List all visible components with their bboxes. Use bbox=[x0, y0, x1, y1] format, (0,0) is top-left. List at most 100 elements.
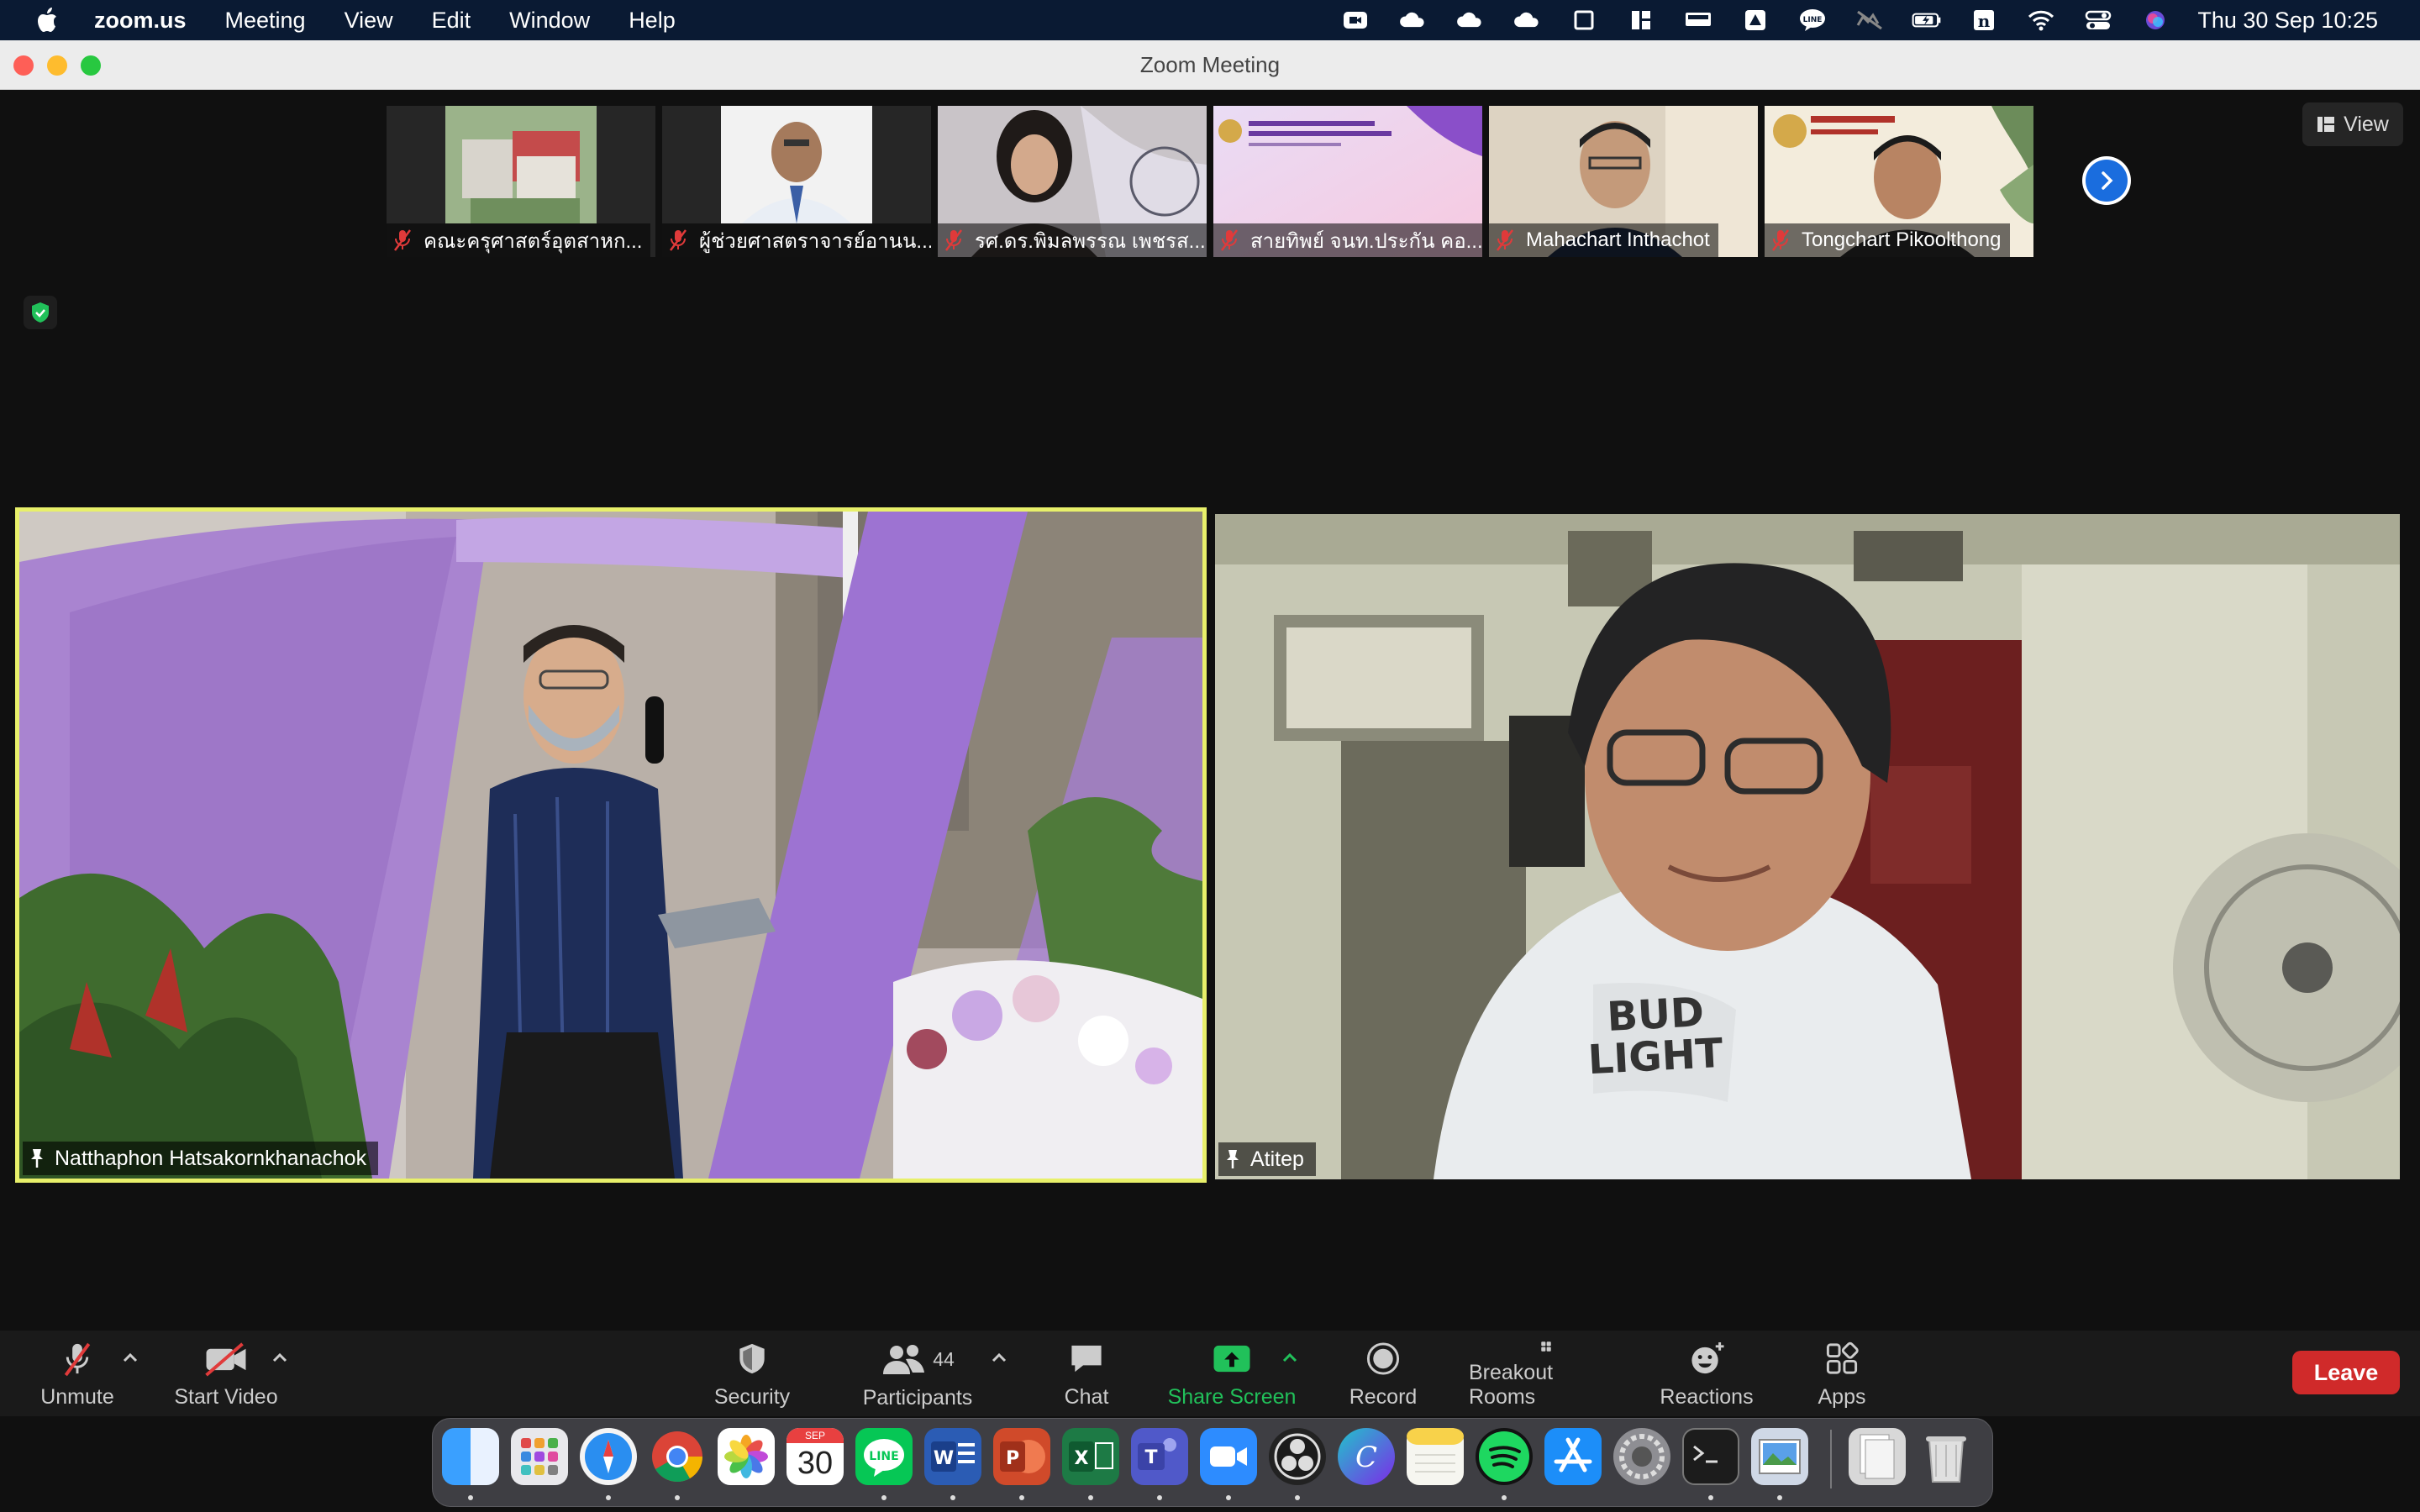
word-dock-icon[interactable]: W bbox=[924, 1428, 981, 1485]
calendar-month: SEP bbox=[786, 1428, 844, 1443]
calendar-dock-icon[interactable]: SEP 30 bbox=[786, 1428, 844, 1485]
preview-dock-icon[interactable] bbox=[1751, 1428, 1808, 1485]
participant-thumbnail[interactable]: Mahachart Inthachot bbox=[1489, 106, 1758, 257]
view-button[interactable]: View bbox=[2302, 102, 2403, 146]
dock-divider bbox=[1830, 1430, 1832, 1488]
running-indicator bbox=[950, 1495, 955, 1500]
layout-icon[interactable] bbox=[1626, 8, 1656, 33]
menu-edit[interactable]: Edit bbox=[432, 8, 471, 34]
security-shield-icon[interactable] bbox=[24, 296, 57, 329]
participant-name-tag: ผู้ช่วยศาสตราจารย์อานน... bbox=[662, 223, 931, 257]
speaker-name-tag: Natthaphon Hatsakornkhanachok bbox=[23, 1142, 379, 1175]
reactions-button[interactable]: Reactions bbox=[1659, 1341, 1754, 1410]
share-options-caret-icon[interactable] bbox=[1281, 1351, 1299, 1364]
participants-button[interactable]: 44 Participants bbox=[859, 1341, 976, 1410]
smiley-icon bbox=[1691, 1341, 1724, 1374]
finder-dock-icon[interactable] bbox=[442, 1428, 499, 1485]
running-indicator bbox=[881, 1495, 886, 1500]
menu-view[interactable]: View bbox=[345, 8, 393, 34]
audio-options-caret-icon[interactable] bbox=[121, 1351, 139, 1364]
unmute-label: Unmute bbox=[40, 1385, 114, 1409]
menu-window[interactable]: Window bbox=[509, 8, 590, 34]
chevron-right-icon bbox=[2102, 171, 2113, 190]
participant-thumbnail[interactable]: คณะครุศาสตร์อุตสาหก... bbox=[387, 106, 655, 257]
breakout-rooms-button[interactable]: Breakout Rooms bbox=[1469, 1341, 1623, 1410]
bus-icon[interactable] bbox=[1683, 8, 1713, 33]
obs-dock-icon[interactable] bbox=[1269, 1428, 1326, 1485]
line-dock-icon[interactable]: LINE bbox=[855, 1428, 913, 1485]
security-button[interactable]: Security bbox=[706, 1341, 798, 1410]
system-preferences-dock-icon[interactable] bbox=[1613, 1428, 1670, 1485]
svg-text:LIGHT: LIGHT bbox=[1586, 1030, 1724, 1084]
menu-app-name[interactable]: zoom.us bbox=[94, 8, 187, 34]
mic-muted-icon bbox=[945, 229, 962, 251]
terminal-dock-icon[interactable] bbox=[1682, 1428, 1739, 1485]
menubar-clock[interactable]: Thu 30 Sep 10:25 bbox=[2197, 8, 2378, 34]
shield-icon bbox=[739, 1343, 765, 1374]
canva-dock-icon[interactable]: C bbox=[1338, 1428, 1395, 1485]
share-screen-button[interactable]: Share Screen bbox=[1166, 1341, 1297, 1410]
drive-icon[interactable] bbox=[1740, 8, 1770, 33]
cloud-icon[interactable] bbox=[1455, 8, 1485, 33]
app-store-dock-icon[interactable] bbox=[1544, 1428, 1602, 1485]
cloud-icon[interactable] bbox=[1512, 8, 1542, 33]
chat-button[interactable]: Chat bbox=[1052, 1341, 1121, 1410]
notes-dock-icon[interactable] bbox=[1407, 1428, 1464, 1485]
launchpad-dock-icon[interactable] bbox=[511, 1428, 568, 1485]
menu-meeting[interactable]: Meeting bbox=[225, 8, 306, 34]
record-icon bbox=[1366, 1342, 1400, 1375]
safari-dock-icon[interactable] bbox=[580, 1428, 637, 1485]
svg-text:X: X bbox=[1075, 1448, 1089, 1469]
trash-dock-icon[interactable] bbox=[1918, 1428, 1975, 1485]
photos-dock-icon[interactable] bbox=[718, 1428, 775, 1485]
spotify-dock-icon[interactable] bbox=[1476, 1428, 1533, 1485]
next-page-button[interactable] bbox=[2082, 156, 2131, 205]
apps-icon bbox=[1826, 1341, 1859, 1374]
zoom-dock-icon[interactable] bbox=[1200, 1428, 1257, 1485]
running-indicator bbox=[1708, 1495, 1713, 1500]
participant-thumbnail[interactable]: Tongchart Pikoolthong bbox=[1765, 106, 2033, 257]
pinned-participant-video[interactable]: BUD LIGHT Atitep bbox=[1215, 514, 2400, 1179]
siri-icon[interactable] bbox=[2140, 8, 2170, 33]
zoom-status-icon[interactable] bbox=[1340, 8, 1370, 33]
participants-options-caret-icon[interactable] bbox=[990, 1351, 1008, 1364]
chrome-dock-icon[interactable] bbox=[649, 1428, 706, 1485]
participant-name-tag: Mahachart Inthachot bbox=[1489, 223, 1718, 257]
powerpoint-dock-icon[interactable]: P bbox=[993, 1428, 1050, 1485]
window-icon[interactable] bbox=[1569, 8, 1599, 33]
participant-thumbnail[interactable]: สายทิพย์ จนท.ประกัน คอ... bbox=[1213, 106, 1482, 257]
running-indicator bbox=[1502, 1495, 1507, 1500]
line-status-icon[interactable]: LINE bbox=[1797, 8, 1828, 33]
window-titlebar: Zoom Meeting bbox=[0, 40, 2420, 90]
documents-stack-dock-icon[interactable] bbox=[1849, 1428, 1906, 1485]
svg-text:W: W bbox=[934, 1448, 954, 1469]
pin-icon bbox=[1227, 1150, 1239, 1168]
record-button[interactable]: Record bbox=[1341, 1341, 1425, 1410]
participant-thumbnail[interactable]: ผู้ช่วยศาสตราจารย์อานน... bbox=[662, 106, 931, 257]
breakout-rooms-label: Breakout Rooms bbox=[1469, 1361, 1554, 1409]
start-video-button[interactable]: Start Video bbox=[168, 1341, 284, 1410]
participant-name: คณะครุศาสตร์อุตสาหก... bbox=[424, 229, 643, 253]
participant-name: Tongchart Pikoolthong bbox=[1802, 228, 2002, 251]
control-center-icon[interactable] bbox=[2083, 8, 2113, 33]
leave-button[interactable]: Leave bbox=[2292, 1351, 2400, 1394]
teams-dock-icon[interactable]: T bbox=[1131, 1428, 1188, 1485]
video-options-caret-icon[interactable] bbox=[271, 1351, 289, 1364]
participant-count: 44 bbox=[933, 1347, 955, 1370]
unmute-button[interactable]: Unmute bbox=[37, 1341, 118, 1410]
active-speaker-video[interactable]: Natthaphon Hatsakornkhanachok bbox=[15, 507, 1207, 1183]
apple-logo-icon[interactable] bbox=[35, 6, 60, 34]
participant-video-frame: BUD LIGHT bbox=[1215, 514, 2400, 1179]
menu-help[interactable]: Help bbox=[629, 8, 676, 34]
reactions-label: Reactions bbox=[1660, 1385, 1754, 1409]
notion-icon[interactable]: n bbox=[1969, 8, 1999, 33]
mic-muted-icon bbox=[1221, 229, 1238, 251]
battery-icon[interactable] bbox=[1912, 8, 1942, 33]
apps-button[interactable]: Apps bbox=[1807, 1341, 1877, 1410]
participant-thumbnail[interactable]: รศ.ดร.พิมลพรรณ เพชรส... bbox=[938, 106, 1207, 257]
cloud-icon[interactable] bbox=[1397, 8, 1428, 33]
mic-muted-icon bbox=[64, 1342, 91, 1377]
excel-dock-icon[interactable]: X bbox=[1062, 1428, 1119, 1485]
audio-muted-icon[interactable] bbox=[1854, 8, 1885, 33]
wifi-icon[interactable] bbox=[2026, 8, 2056, 33]
